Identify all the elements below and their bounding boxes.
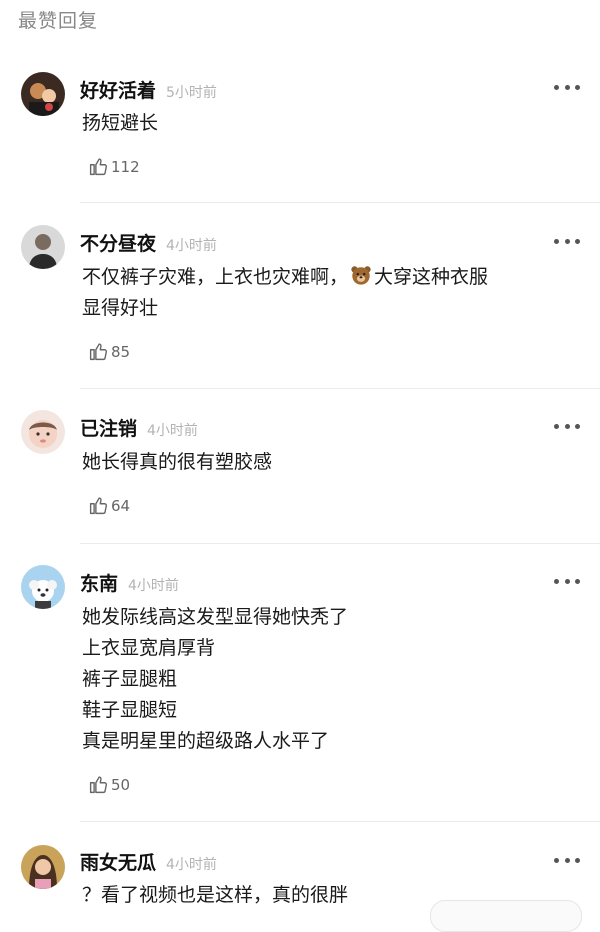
thumbs-up-icon [89,776,107,794]
avatar-dog-icon [21,565,65,609]
divider [80,388,600,389]
timestamp: 4小时前 [166,238,217,254]
comment-text: 她发际线高这发型显得她快秃了 上衣显宽肩厚背 裤子显腿粗 鞋子显腿短 真是明星里… [82,602,348,757]
user-avatar[interactable] [21,410,65,454]
comment-line: 她发际线高这发型显得她快秃了 [82,606,349,628]
divider [80,202,600,203]
user-avatar[interactable] [21,845,65,889]
user-avatar[interactable] [21,72,65,116]
timestamp: 4小时前 [128,578,179,594]
comment-line: 鞋子显腿短 [82,699,178,721]
divider [80,821,600,822]
like-button[interactable]: 85 [88,341,130,362]
comment-text: 她长得真的很有塑胶感 [82,447,272,478]
like-button[interactable]: 50 [88,774,130,795]
comment-line-part: 大穿这种衣服 [374,266,489,288]
section-title: 最赞回复 [18,10,99,32]
avatar-couple-icon [21,72,65,116]
comment-line: 裤子显腿粗 [82,668,178,690]
divider [80,543,600,544]
more-icon[interactable] [554,856,580,864]
username-text[interactable]: 东南 [80,573,118,595]
comment-line: 不仅裤子灾难，上衣也灾难啊， 大穿这种衣服 [82,262,488,293]
more-icon[interactable] [554,83,580,91]
like-button[interactable]: 64 [88,495,130,516]
reply-input-fragment[interactable] [430,900,582,932]
user-avatar[interactable] [21,225,65,269]
bear-emoji-icon [351,266,371,285]
username[interactable]: 不分昼夜 4小时前 [80,229,217,256]
username[interactable]: 东南 4小时前 [80,569,179,596]
comment-line: ？看了视频也是这样，真的很胖 [82,884,349,906]
more-icon[interactable] [554,422,580,430]
like-count: 50 [111,775,131,794]
comment-line: 上衣显宽肩厚背 [82,637,216,659]
username[interactable]: 好好活着 5小时前 [80,76,217,103]
comment-line: 扬短避长 [82,112,159,134]
like-count: 85 [111,342,131,361]
avatar-man-icon [21,225,65,269]
username-text[interactable]: 已注销 [80,418,137,440]
thumbs-up-icon [89,343,107,361]
timestamp: 4小时前 [166,857,217,873]
comment-line: 显得好壮 [82,297,159,319]
more-icon[interactable] [554,237,580,245]
timestamp: 4小时前 [147,423,198,439]
comment-line: 真是明星里的超级路人水平了 [82,730,330,752]
avatar-baby-icon [21,410,65,454]
comment-text: 不仅裤子灾难，上衣也灾难啊， 大穿这种衣服 显得好壮 [82,262,488,324]
timestamp: 5小时前 [166,85,217,101]
comment-text: ？看了视频也是这样，真的很胖 [82,880,348,911]
comment-line: 她长得真的很有塑胶感 [82,451,273,473]
more-icon[interactable] [554,577,580,585]
like-button[interactable]: 112 [88,156,140,177]
username-text[interactable]: 不分昼夜 [80,233,156,255]
username-text[interactable]: 雨女无瓜 [80,852,156,874]
username[interactable]: 雨女无瓜 4小时前 [80,848,217,875]
username[interactable]: 已注销 4小时前 [80,414,198,441]
avatar-girl-icon [21,845,65,889]
like-count: 64 [111,496,131,515]
like-count: 112 [111,157,140,176]
thumbs-up-icon [89,497,107,515]
user-avatar[interactable] [21,565,65,609]
comment-line-part: 不仅裤子灾难，上衣也灾难啊， [82,266,349,288]
username-text[interactable]: 好好活着 [80,80,156,102]
comment-text: 扬短避长 [82,108,158,139]
thumbs-up-icon [89,158,107,176]
